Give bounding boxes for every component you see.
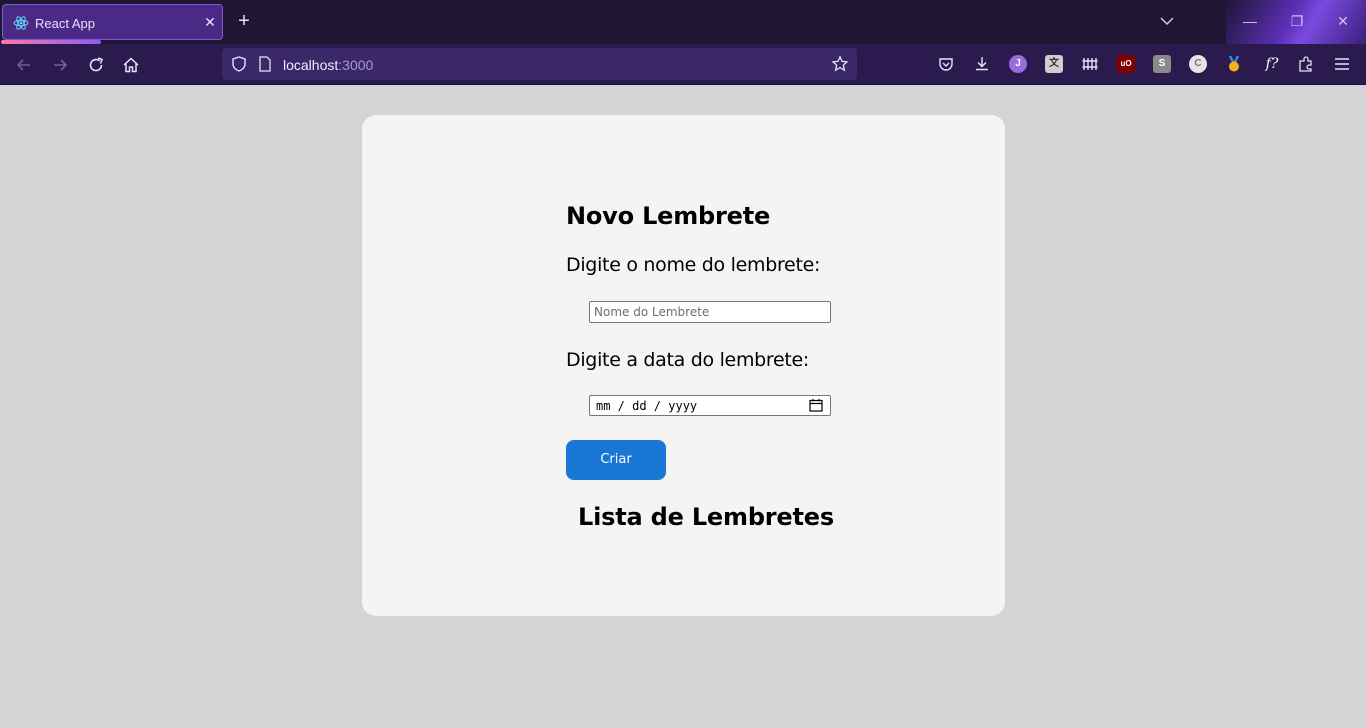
reminder-date-input[interactable]: mm / dd / yyyy	[589, 395, 831, 416]
address-bar[interactable]: localhost:3000	[222, 48, 857, 80]
pocket-icon[interactable]	[937, 55, 955, 73]
close-window-icon[interactable]: ✕	[1334, 12, 1352, 30]
close-tab-icon[interactable]: ✕	[202, 14, 218, 30]
tab-title: React App	[35, 16, 95, 31]
bookmark-star-icon[interactable]	[831, 55, 849, 73]
chevron-down-icon[interactable]	[1159, 13, 1175, 29]
minimize-icon[interactable]: —	[1241, 12, 1259, 30]
url-port: :3000	[338, 57, 374, 73]
list-title: Lista de Lembretes	[578, 503, 834, 531]
name-label: Digite o nome do lembrete:	[566, 254, 821, 276]
ublock-icon[interactable]: uO	[1117, 55, 1135, 73]
forward-icon[interactable]	[50, 55, 70, 75]
shield-icon[interactable]	[230, 55, 248, 73]
download-icon[interactable]	[973, 55, 991, 73]
fx-extension-icon[interactable]: f?	[1261, 55, 1283, 73]
date-placeholder: mm / dd / yyyy	[596, 399, 698, 413]
s-extension-icon[interactable]: S	[1153, 55, 1171, 73]
new-tab-icon[interactable]: +	[234, 11, 254, 31]
react-icon	[13, 16, 29, 30]
form-title: Novo Lembrete	[566, 202, 771, 230]
translate-extension-icon[interactable]: 文	[1045, 55, 1063, 73]
calendar-icon[interactable]	[809, 398, 823, 412]
tab-react-app[interactable]: React App ✕	[1, 4, 223, 44]
reload-icon[interactable]	[86, 55, 106, 75]
navigation-toolbar: localhost:3000 J 文 uO S C f?	[0, 44, 1366, 85]
library-extension-icon[interactable]	[1081, 55, 1099, 73]
back-icon[interactable]	[14, 55, 34, 75]
reminder-name-input[interactable]	[589, 301, 831, 323]
create-button[interactable]: Criar	[566, 440, 666, 480]
j-extension-icon[interactable]: J	[1009, 55, 1027, 73]
menu-icon[interactable]	[1333, 55, 1351, 73]
tab-strip: React App ✕ + — ❐ ✕	[0, 0, 1366, 44]
puzzle-icon[interactable]	[1297, 55, 1315, 73]
home-icon[interactable]	[121, 55, 141, 75]
c-extension-icon[interactable]: C	[1189, 55, 1207, 73]
page-icon[interactable]	[258, 56, 272, 72]
restore-icon[interactable]: ❐	[1288, 12, 1306, 30]
url-host: localhost	[283, 57, 339, 73]
medal-extension-icon[interactable]	[1225, 55, 1243, 73]
url-text[interactable]: localhost:3000	[283, 57, 373, 73]
date-label: Digite a data do lembrete:	[566, 349, 810, 371]
